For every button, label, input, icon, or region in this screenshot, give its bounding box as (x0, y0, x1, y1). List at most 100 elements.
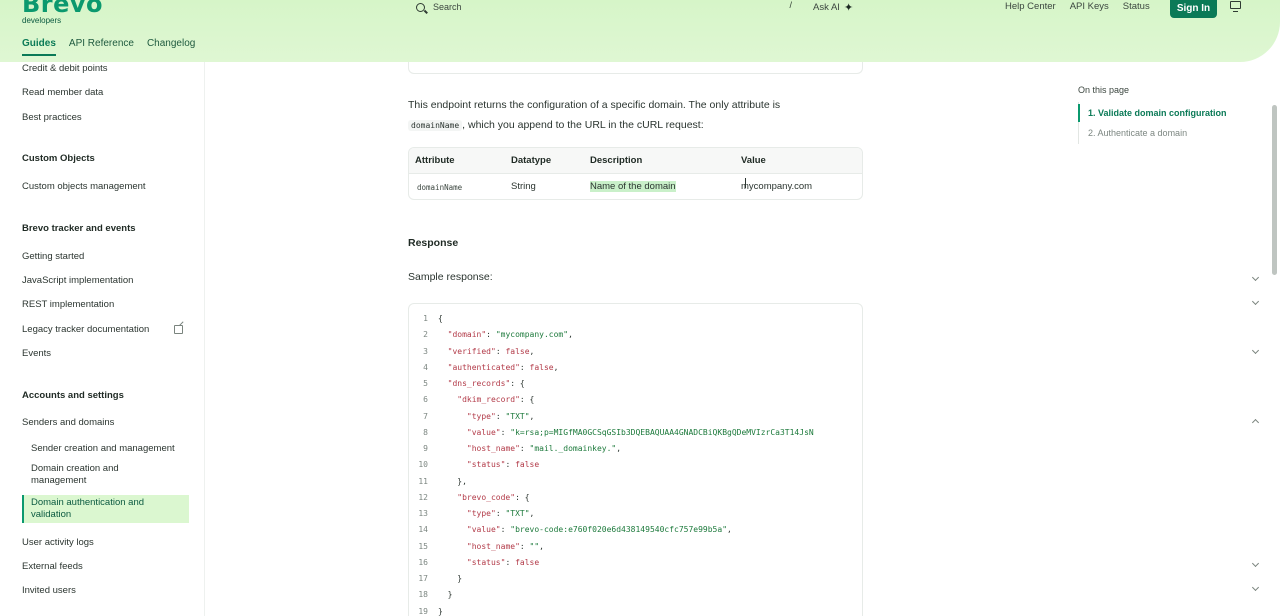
table-header-row: Attribute Datatype Description Value (409, 148, 862, 174)
sidebar-subitem-sender-creation[interactable]: Sender creation and management (31, 443, 186, 455)
table-header: Attribute (415, 155, 455, 166)
line-number: 17 (418, 574, 428, 583)
code-text: } (438, 574, 463, 583)
code-line: 17 } (409, 574, 862, 590)
code-text: "type": "TXT", (466, 509, 535, 518)
status-link[interactable]: Status (1123, 1, 1150, 12)
line-number: 12 (418, 492, 428, 502)
sidebar-item-credit-debit[interactable]: Credit & debit points (22, 63, 108, 74)
code-line: 11 }, (409, 476, 862, 493)
code-line: 2 "domain": "mycompany.com", (409, 330, 862, 346)
tab-changelog[interactable]: Changelog (147, 38, 195, 56)
tab-guides[interactable]: Guides (22, 38, 56, 56)
sidebar-item-getting-started[interactable]: Getting started (22, 251, 84, 262)
sidebar-item-custom-objects-management[interactable]: Custom objects management (22, 181, 146, 192)
code-line: 1{ (409, 314, 862, 330)
help-center-link[interactable]: Help Center (1005, 1, 1056, 12)
code-line: 16 "status": false (409, 557, 862, 574)
chevron-down-icon[interactable] (1251, 583, 1260, 592)
code-text: "status": false (466, 460, 540, 470)
code-text: "dns_records": { (447, 379, 525, 388)
code-text: } (438, 606, 443, 616)
chevron-down-icon[interactable] (1251, 346, 1260, 355)
toc-item-validate[interactable]: 1. Validate domain configuration (1088, 108, 1227, 118)
api-keys-link[interactable]: API Keys (1070, 1, 1109, 12)
ask-ai-button[interactable]: Ask AI ✦ (813, 1, 853, 14)
table-header: Value (741, 155, 766, 166)
line-number: 6 (423, 395, 428, 405)
code-text: "domain": "mycompany.com", (447, 330, 573, 340)
code-line: 14 "value": "brevo-code:e760f020e6d43814… (409, 525, 862, 541)
brevo-logo[interactable]: Brevo developers (22, 0, 103, 25)
line-number: 9 (423, 444, 428, 453)
sidebar-item-rest-implementation[interactable]: REST implementation (22, 299, 114, 310)
code-line: 12 "brevo_code": { (409, 492, 862, 509)
sidebar-item-events[interactable]: Events (22, 348, 51, 359)
line-number: 10 (418, 460, 428, 470)
line-number: 11 (418, 476, 428, 486)
code-text: }, (438, 476, 467, 486)
monitor-icon[interactable] (1230, 1, 1241, 12)
code-line: 15 "host_name": "", (409, 541, 862, 558)
intro-paragraph: This endpoint returns the configuration … (408, 95, 848, 136)
sidebar-item-javascript-implementation[interactable]: JavaScript implementation (22, 275, 133, 286)
code-line: 5 "dns_records": { (409, 379, 862, 395)
line-number: 19 (418, 606, 428, 616)
sidebar-item-legacy-tracker[interactable]: Legacy tracker documentation (22, 324, 149, 335)
line-number: 15 (418, 541, 428, 551)
line-number: 7 (423, 411, 428, 421)
code-line: 7 "type": "TXT", (409, 411, 862, 428)
top-header: Brevo developers Search / Ask AI ✦ Help … (0, 0, 1280, 62)
search-input[interactable]: Search / (408, 0, 798, 14)
sparkle-icon: ✦ (843, 2, 854, 14)
sidebar (0, 62, 205, 616)
code-line: 6 "dkim_record": { (409, 395, 862, 411)
inline-code: domainName (408, 120, 463, 131)
toc-title: On this page (1078, 85, 1130, 95)
line-number: 1 (423, 314, 428, 323)
chevron-down-icon[interactable] (1251, 297, 1260, 306)
code-block[interactable]: 1{2 "domain": "mycompany.com", 3 "verifie… (408, 303, 863, 616)
attribute-table: Attribute Datatype Description Value dom… (408, 147, 863, 200)
line-number: 14 (418, 525, 428, 535)
table-cell: domainName (417, 183, 463, 192)
code-line: 4 "authenticated": false, (409, 363, 862, 379)
sidebar-subitem-domain-authentication[interactable]: Domain authentication and validation (31, 497, 181, 521)
code-text: "brevo_code": { (457, 492, 530, 502)
sidebar-item-senders-domains[interactable]: Senders and domains (22, 417, 114, 428)
toc-item-authenticate[interactable]: 2. Authenticate a domain (1088, 128, 1187, 138)
sidebar-item-external-feeds[interactable]: External feeds (22, 561, 83, 572)
toc-active-indicator (1078, 104, 1080, 122)
sidebar-item-best-practices[interactable]: Best practices (22, 112, 82, 123)
logo-word: Brevo (22, 0, 104, 18)
line-number: 13 (418, 509, 428, 518)
code-line: 9 "host_name": "mail._domainkey.", (409, 444, 862, 460)
sidebar-subitem-domain-creation[interactable]: Domain creation and management (31, 463, 141, 487)
table-header: Description (590, 155, 643, 166)
sidebar-item-read-member[interactable]: Read member data (22, 87, 103, 98)
sign-in-button[interactable]: Sign In (1170, 0, 1217, 18)
page-scrollbar[interactable] (1272, 105, 1277, 275)
table-cell-highlighted: Name of the domain (590, 181, 676, 192)
chevron-down-icon[interactable] (1251, 273, 1260, 282)
line-number: 5 (423, 379, 428, 388)
chevron-down-icon[interactable] (1251, 559, 1260, 568)
search-placeholder: Search (433, 2, 462, 12)
line-number: 8 (423, 427, 428, 437)
code-line: 18 } (409, 590, 862, 606)
code-text: "host_name": "", (466, 541, 544, 551)
code-text: "value": "brevo-code:e760f020e6d43814954… (466, 525, 732, 535)
code-text: { (438, 314, 443, 323)
code-text: "type": "TXT", (466, 411, 535, 421)
table-cell: String (511, 181, 536, 192)
code-text: "dkim_record": { (457, 395, 535, 405)
chevron-up-icon[interactable] (1251, 418, 1260, 427)
line-number: 18 (418, 590, 428, 600)
line-number: 3 (423, 346, 428, 356)
sidebar-item-invited-users[interactable]: Invited users (22, 585, 76, 596)
code-text: "status": false (466, 557, 540, 567)
tab-api-reference[interactable]: API Reference (69, 38, 134, 56)
sidebar-item-user-activity[interactable]: User activity logs (22, 537, 94, 548)
code-text: "verified": false, (447, 346, 535, 356)
table-header: Datatype (511, 155, 552, 166)
